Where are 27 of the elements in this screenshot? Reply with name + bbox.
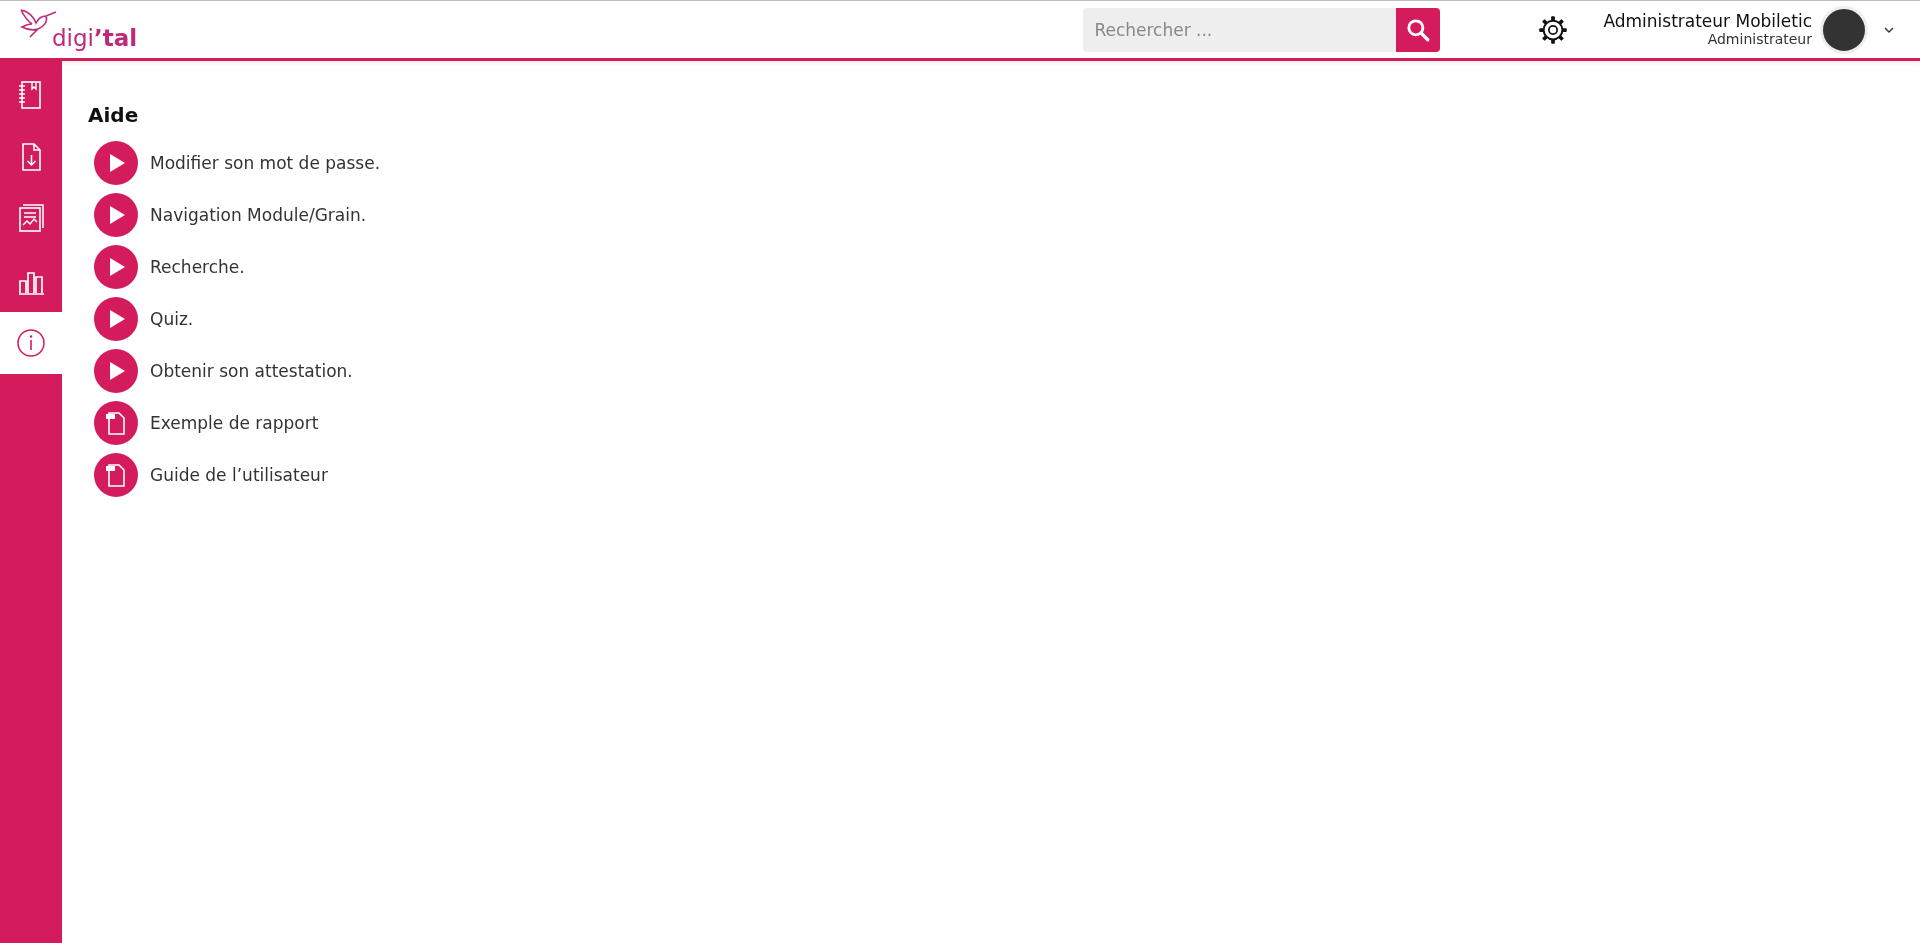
pdf-file-button[interactable] (94, 401, 138, 445)
user-name: Administrateur Mobiletic (1603, 10, 1812, 32)
page-title: Aide (88, 103, 140, 127)
help-link[interactable]: Exemple de rapport (150, 413, 319, 433)
search-button[interactable] (1396, 7, 1441, 52)
pdf-file-button[interactable] (94, 453, 138, 497)
chevron-down-icon[interactable] (1884, 26, 1894, 33)
settings-icon (1538, 14, 1569, 45)
help-link[interactable]: Navigation Module/Grain. (150, 205, 367, 225)
play-button[interactable] (94, 349, 138, 393)
play-button[interactable] (94, 245, 138, 289)
info-icon (15, 327, 47, 359)
user-role: Administrateur (1707, 31, 1812, 49)
help-link[interactable]: Modifier son mot de passe. (150, 153, 381, 173)
settings-button[interactable] (1538, 14, 1569, 45)
sidebar-item[interactable] (0, 312, 62, 374)
help-link[interactable]: Recherche. (150, 257, 245, 277)
help-link[interactable]: Guide de l’utilisateur (150, 465, 328, 485)
play-button[interactable] (94, 297, 138, 341)
help-link[interactable]: Quiz. (150, 309, 194, 329)
play-button[interactable] (94, 193, 138, 237)
logo-text: digi’tal (52, 24, 138, 51)
help-link[interactable]: Obtenir son attestation. (150, 361, 353, 381)
avatar[interactable] (1820, 5, 1868, 54)
play-button[interactable] (94, 141, 138, 185)
search-icon (1405, 16, 1432, 43)
search-field[interactable]: Rechercher ... (1083, 7, 1397, 52)
